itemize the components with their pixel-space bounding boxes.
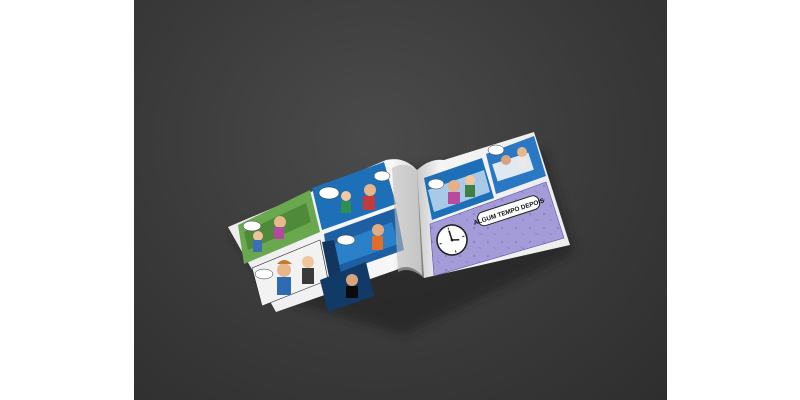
speech-bubble: [487, 144, 505, 156]
comic-book-mockup: ALGUM TEMPO DEPOIS: [228, 132, 574, 335]
speech-bubble: [318, 186, 340, 200]
speech-bubble: [242, 220, 262, 232]
speech-bubble: [427, 178, 445, 190]
character-head: [274, 216, 286, 228]
speech-bubble: [373, 170, 391, 182]
speech-bubble: [254, 268, 274, 280]
photo-backdrop: ALGUM TEMPO DEPOIS: [134, 0, 667, 400]
speech-bubble: [336, 234, 356, 246]
